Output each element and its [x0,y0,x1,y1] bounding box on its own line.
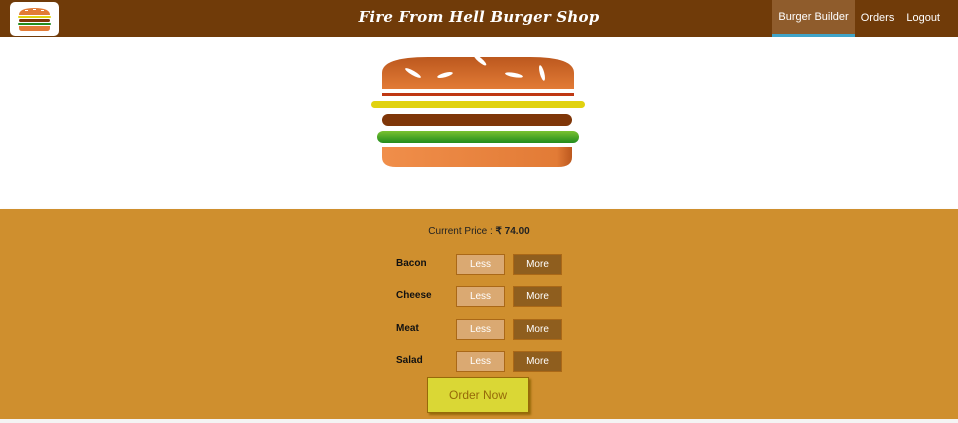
nav: Burger Builder Orders Logout [772,0,946,37]
ingredient-label: Salad [396,355,423,366]
bacon-more-button[interactable]: More [513,254,562,275]
salad-layer [377,131,579,143]
order-now-button[interactable]: Order Now [427,377,529,413]
cheese-more-button[interactable]: More [513,286,562,307]
meat-more-button[interactable]: More [513,319,562,340]
bacon-layer [382,93,574,96]
price-value: ₹ 74.00 [495,226,530,237]
nav-orders[interactable]: Orders [855,0,901,37]
bread-bottom [382,147,572,167]
salad-less-button[interactable]: Less [456,351,505,372]
burger-preview [0,37,958,209]
ingredient-label: Cheese [396,290,432,301]
toolbar: Fire From Hell Burger Shop Burger Builde… [0,0,958,37]
bacon-less-button[interactable]: Less [456,254,505,275]
salad-more-button[interactable]: More [513,351,562,372]
price-label: Current Price : [428,226,493,237]
current-price: Current Price : ₹ 74.00 [0,226,958,237]
meat-layer [382,114,572,126]
nav-logout[interactable]: Logout [900,0,946,37]
cheese-layer [371,101,585,108]
meat-less-button[interactable]: Less [456,319,505,340]
ingredient-label: Meat [396,323,419,334]
burger-logo-icon [18,8,51,31]
bottom-divider [0,419,958,423]
build-controls: Current Price : ₹ 74.00 Bacon Less More … [0,209,958,419]
bread-top [382,54,574,89]
burger-illustration [371,54,585,167]
nav-burger-builder[interactable]: Burger Builder [772,0,855,37]
cheese-less-button[interactable]: Less [456,286,505,307]
ingredient-label: Bacon [396,258,427,269]
logo[interactable] [10,2,59,36]
